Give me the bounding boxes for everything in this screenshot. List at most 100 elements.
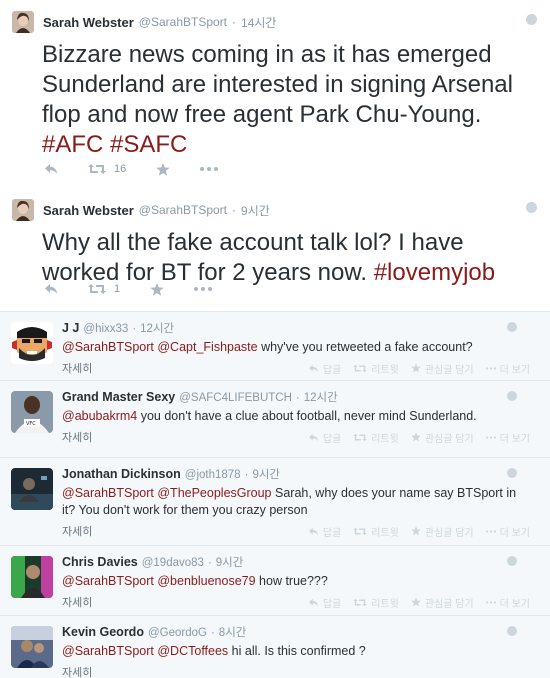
reply-actions: 답글 리트윗 관심글 담기 더 보기 <box>308 524 530 539</box>
reply-header: Chris Davies @19davo83 · 9시간 <box>62 554 550 571</box>
reply-header: Grand Master Sexy @SAFC4LIFEBUTCH · 12시간 <box>62 389 550 406</box>
more-dots-icon <box>194 287 213 291</box>
reply-author-name[interactable]: Jonathan Dickinson <box>62 467 181 481</box>
reply-author-name[interactable]: J J <box>62 321 79 335</box>
reply-author-name[interactable]: Grand Master Sexy <box>62 390 175 404</box>
favorite-button[interactable]: 관심글 담기 <box>411 361 474 376</box>
author-handle[interactable]: @SarahBTSport <box>139 15 227 29</box>
more-dots-icon <box>200 167 219 171</box>
favorite-button[interactable] <box>156 162 170 176</box>
favorite-button[interactable]: 관심글 담기 <box>411 524 474 539</box>
globe-icon <box>507 626 517 636</box>
reply-icon <box>308 598 318 606</box>
reply-button[interactable]: 답글 <box>308 361 341 376</box>
more-button[interactable] <box>194 287 213 291</box>
reply-button[interactable]: 답글 <box>308 430 341 445</box>
reply-timestamp[interactable]: 9시간 <box>216 554 244 570</box>
star-icon <box>150 282 164 296</box>
author-handle[interactable]: @SarahBTSport <box>139 203 227 217</box>
expand-link[interactable]: 자세히 <box>62 360 92 376</box>
separator: · <box>210 627 215 639</box>
reply-button[interactable]: 답글 <box>308 524 341 539</box>
author-name[interactable]: Sarah Webster <box>43 203 134 218</box>
globe-icon <box>507 468 517 478</box>
reply-author-handle[interactable]: @SAFC4LIFEBUTCH <box>179 392 292 404</box>
mention-link[interactable]: @SarahBTSport @benbluenose79 <box>62 574 256 588</box>
mention-link[interactable]: @SarahBTSport @DCToffees <box>62 644 228 658</box>
reply-item[interactable]: Jonathan Dickinson @joth1878 · 9시간 @Sara… <box>0 458 550 546</box>
timestamp[interactable]: 9시간 <box>241 202 270 219</box>
reply-icon <box>308 433 318 441</box>
mention-link[interactable]: @SarahBTSport @Capt_Fishpaste <box>62 340 258 354</box>
hashtag-link[interactable]: #AFC #SAFC <box>42 131 187 158</box>
expand-link[interactable]: 자세히 <box>62 594 92 610</box>
favorite-button[interactable]: 관심글 담기 <box>411 595 474 610</box>
avatar[interactable] <box>11 556 53 598</box>
star-icon <box>156 162 170 176</box>
reply-button[interactable] <box>44 163 58 175</box>
mention-link[interactable]: @SarahBTSport @ThePeoplesGroup <box>62 486 272 500</box>
expand-link[interactable]: 자세히 <box>62 664 92 678</box>
avatar[interactable]: VFC <box>11 391 53 433</box>
more-button[interactable]: 더 보기 <box>485 430 530 445</box>
author-name[interactable]: Sarah Webster <box>43 15 134 30</box>
more-button[interactable] <box>200 167 219 171</box>
retweet-button[interactable]: 1 <box>88 283 120 295</box>
avatar[interactable] <box>11 468 53 510</box>
replies-list: J J @hixx33 · 12시간 @SarahBTSport @Capt_F… <box>0 311 550 678</box>
more-button[interactable]: 더 보기 <box>485 524 530 539</box>
more-dots-icon <box>485 366 496 370</box>
star-icon <box>411 526 421 536</box>
reply-author-handle[interactable]: @joth1878 <box>185 469 241 481</box>
avatar[interactable] <box>12 11 34 33</box>
favorite-button[interactable] <box>150 282 164 296</box>
mention-link[interactable]: @abubakrm4 <box>62 409 137 423</box>
reply-item[interactable]: Kevin Geordo @GeordoG · 8시간 @SarahBTSpor… <box>0 616 550 678</box>
star-icon <box>411 432 421 442</box>
more-dots-icon <box>485 435 496 439</box>
reply-timestamp[interactable]: 12시간 <box>140 320 174 336</box>
expand-link[interactable]: 자세히 <box>62 429 92 445</box>
expand-link[interactable]: 자세히 <box>62 523 92 539</box>
reply-footer: 자세히 답글 리트윗 관심글 담기 더 보기 <box>62 522 550 540</box>
reply-text: @SarahBTSport @Capt_Fishpaste why've you… <box>62 339 550 356</box>
avatar[interactable] <box>11 626 53 668</box>
globe-icon <box>507 391 517 401</box>
reply-timestamp[interactable]: 8시간 <box>219 624 247 640</box>
reply-actions: 답글 리트윗 관심글 담기 더 보기 <box>308 430 530 445</box>
tweet-body: Bizzare news coming in as it has emerged… <box>42 41 513 128</box>
more-label: 더 보기 <box>499 433 530 445</box>
reply-button[interactable] <box>44 283 58 295</box>
timestamp[interactable]: 14시간 <box>241 14 276 31</box>
avatar[interactable] <box>11 322 53 364</box>
reply-timestamp[interactable]: 12시간 <box>304 389 338 405</box>
reply-author-handle[interactable]: @19davo83 <box>142 557 204 569</box>
more-label: 더 보기 <box>499 527 530 539</box>
more-button[interactable]: 더 보기 <box>485 361 530 376</box>
reply-author-name[interactable]: Kevin Geordo <box>62 625 144 639</box>
more-label: 더 보기 <box>499 364 530 376</box>
avatar[interactable] <box>12 199 34 221</box>
retweet-button[interactable]: 리트윗 <box>353 524 399 539</box>
more-button[interactable]: 더 보기 <box>485 595 530 610</box>
reply-item[interactable]: VFC Grand Master Sexy @SAFC4LIFEBUTCH · … <box>0 381 550 458</box>
retweet-button[interactable]: 16 <box>88 163 126 175</box>
separator: · <box>207 557 212 569</box>
reply-button[interactable]: 답글 <box>308 595 341 610</box>
reply-timestamp[interactable]: 9시간 <box>252 466 280 482</box>
main-tweet-2: Sarah Webster @SarahBTSport · 9시간 Why al… <box>0 195 550 311</box>
reply-author-name[interactable]: Chris Davies <box>62 555 138 569</box>
retweet-button[interactable]: 리트윗 <box>353 430 399 445</box>
retweet-button[interactable]: 리트윗 <box>353 361 399 376</box>
hashtag-link[interactable]: #lovemyjob <box>374 259 495 286</box>
favorite-label: 관심글 담기 <box>424 598 474 610</box>
reply-author-handle[interactable]: @GeordoG <box>148 627 207 639</box>
reply-footer: 자세히 <box>62 663 550 678</box>
retweet-button[interactable]: 리트윗 <box>353 595 399 610</box>
reply-item[interactable]: Chris Davies @19davo83 · 9시간 @SarahBTSpo… <box>0 546 550 616</box>
reply-item[interactable]: J J @hixx33 · 12시간 @SarahBTSport @Capt_F… <box>0 312 550 381</box>
favorite-button[interactable]: 관심글 담기 <box>411 430 474 445</box>
reply-author-handle[interactable]: @hixx33 <box>83 323 128 335</box>
globe-icon <box>507 322 517 332</box>
tweet-actions: 16 <box>44 159 219 179</box>
